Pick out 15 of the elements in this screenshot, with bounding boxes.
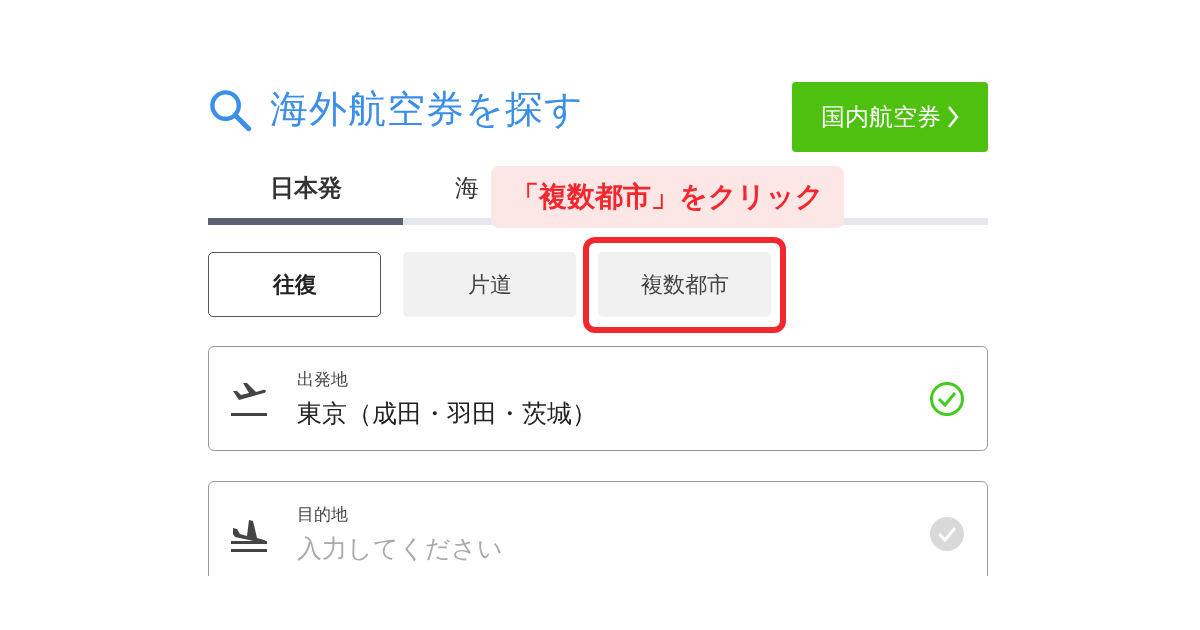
tab[interactable]: 海 (455, 170, 479, 204)
tab[interactable]: 日本発 (208, 170, 403, 225)
trip-type-button[interactable]: 複数都市 (598, 252, 771, 317)
airport-field[interactable]: 目的地 入力してください (208, 481, 988, 576)
page-title: 海外航空券を探す (270, 86, 584, 133)
trip-type-button[interactable]: 片道 (403, 252, 576, 317)
field-value: 東京（成田・羽田・茨城） (297, 397, 598, 430)
trip-type-button[interactable]: 往復 (208, 252, 381, 317)
field-label: 出発地 (297, 367, 349, 391)
callout-tooltip: 「複数都市」をクリック (491, 166, 844, 228)
airport-field[interactable]: 出発地 東京（成田・羽田・茨城） (208, 346, 988, 451)
field-placeholder: 入力してください (297, 532, 504, 565)
search-icon (208, 87, 252, 132)
field-label: 目的地 (297, 502, 349, 526)
chevron-right-icon (947, 105, 959, 129)
